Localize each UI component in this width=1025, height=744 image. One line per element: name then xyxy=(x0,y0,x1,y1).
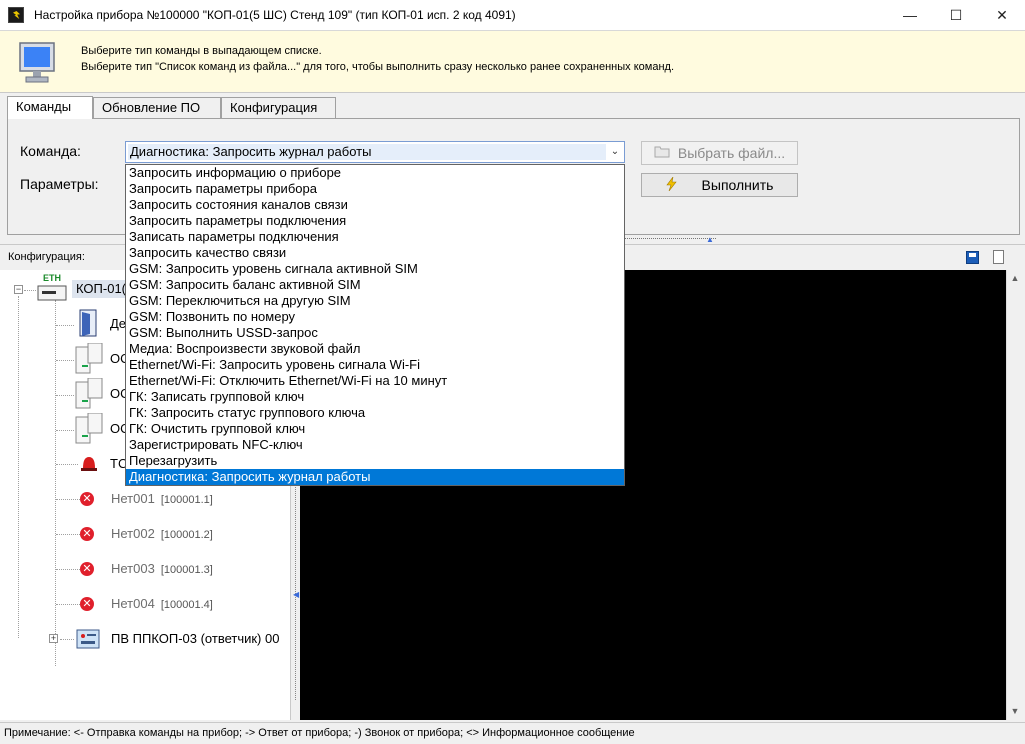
tree-node-offline-2[interactable]: Нет002 [100001.2] xyxy=(111,526,213,541)
offline-address: [100001.4] xyxy=(160,599,213,611)
tree-node-offline-1[interactable]: Нет001 [100001.1] xyxy=(111,491,213,506)
dropdown-option[interactable]: Ethernet/Wi-Fi: Запросить уровень сигнал… xyxy=(126,357,624,373)
collapse-up-icon[interactable]: ▲ xyxy=(706,235,714,244)
offline-address: [100001.2] xyxy=(160,529,213,541)
choose-file-button[interactable]: Выбрать файл... xyxy=(641,141,798,165)
offline-name: Нет002 xyxy=(111,526,155,541)
parameters-label: Параметры: xyxy=(20,176,99,192)
choose-file-label: Выбрать файл... xyxy=(677,145,786,161)
command-select-value: Диагностика: Запросить журнал работы xyxy=(128,144,606,160)
panel-device-icon xyxy=(76,629,100,649)
new-document-icon[interactable] xyxy=(993,250,1004,264)
dropdown-option[interactable]: GSM: Запросить баланс активной SIM xyxy=(126,277,624,293)
tree-expand-toggle[interactable]: + xyxy=(49,634,58,643)
execute-button[interactable]: Выполнить xyxy=(641,173,798,197)
dropdown-option[interactable]: GSM: Позвонить по номеру xyxy=(126,309,624,325)
dropdown-option[interactable]: Перезагрузить xyxy=(126,453,624,469)
lightning-icon xyxy=(665,176,678,194)
config-label: Конфигурация: xyxy=(8,251,85,263)
sensor-icon xyxy=(75,343,103,374)
door-icon xyxy=(79,309,97,337)
dropdown-option[interactable]: Запросить параметры подключения xyxy=(126,213,624,229)
offline-name: Нет004 xyxy=(111,596,155,611)
app-icon xyxy=(8,7,24,23)
command-dropdown-list[interactable]: Запросить информацию о приборе Запросить … xyxy=(125,164,625,486)
dropdown-option[interactable]: ГК: Запросить статус группового ключа xyxy=(126,405,624,421)
status-bar: Примечание: <- Отправка команды на прибо… xyxy=(0,722,1025,743)
save-icon[interactable] xyxy=(966,251,979,264)
dropdown-option[interactable]: GSM: Запросить уровень сигнала активной … xyxy=(126,261,624,277)
tree-line xyxy=(56,604,80,605)
window-title: Настройка прибора №100000 "КОП-01(5 ШС) … xyxy=(34,8,516,22)
dropdown-option[interactable]: ГК: Очистить групповой ключ xyxy=(126,421,624,437)
tree-line xyxy=(56,395,74,396)
scroll-up-icon[interactable]: ▲ xyxy=(1007,270,1023,287)
collapse-left-icon[interactable]: ◀ xyxy=(293,590,299,599)
offline-address: [100001.3] xyxy=(160,564,213,576)
title-bar: Настройка прибора №100000 "КОП-01(5 ШС) … xyxy=(0,0,1025,31)
tree-line xyxy=(56,325,74,326)
tab-commands[interactable]: Команды xyxy=(7,96,93,119)
siren-icon xyxy=(81,457,97,471)
tree-node-offline-4[interactable]: Нет004 [100001.4] xyxy=(111,596,213,611)
dropdown-option[interactable]: ГК: Записать групповой ключ xyxy=(126,389,624,405)
dropdown-option[interactable]: Запросить параметры прибора xyxy=(126,181,624,197)
hint-line-1: Выберите тип команды в выпадающем списке… xyxy=(81,45,322,57)
dropdown-option[interactable]: Записать параметры подключения xyxy=(126,229,624,245)
dropdown-option[interactable]: Ethernet/Wi-Fi: Отключить Ethernet/Wi-Fi… xyxy=(126,373,624,389)
tree-node-responder[interactable]: ПВ ППКОП-03 (ответчик) 00 xyxy=(111,631,279,646)
close-button[interactable]: ✕ xyxy=(979,0,1025,31)
offline-name: Нет001 xyxy=(111,491,155,506)
tree-line xyxy=(18,296,19,638)
dropdown-option[interactable]: Диагностика: Запросить журнал работы xyxy=(126,469,624,485)
execute-label: Выполнить xyxy=(701,177,774,193)
tree-collapse-toggle[interactable]: − xyxy=(14,285,23,294)
device-eth-icon: ETH xyxy=(37,272,67,301)
tree-line xyxy=(56,360,74,361)
tree-line xyxy=(60,639,74,640)
splitter-grip[interactable] xyxy=(620,238,716,241)
tree-line xyxy=(56,430,74,431)
dropdown-option[interactable]: GSM: Выполнить USSD-запрос xyxy=(126,325,624,341)
command-select[interactable]: Диагностика: Запросить журнал работы ⌄ xyxy=(125,141,625,163)
folder-icon xyxy=(654,145,670,161)
tab-configuration[interactable]: Конфигурация xyxy=(221,97,336,118)
hint-bar: Выберите тип команды в выпадающем списке… xyxy=(0,31,1025,93)
chevron-down-icon[interactable]: ⌄ xyxy=(608,144,622,160)
dropdown-option[interactable]: Запросить качество связи xyxy=(126,245,624,261)
dropdown-option[interactable]: Медиа: Воспроизвести звуковой файл xyxy=(126,341,624,357)
dropdown-option[interactable]: Зарегистрировать NFC-ключ xyxy=(126,437,624,453)
tab-strip: Команды Обновление ПО Конфигурация xyxy=(0,96,1025,119)
command-label: Команда: xyxy=(20,143,81,159)
maximize-button[interactable]: ☐ xyxy=(933,0,979,31)
scroll-down-icon[interactable]: ▼ xyxy=(1007,703,1023,720)
offline-name: Нет003 xyxy=(111,561,155,576)
tree-line xyxy=(24,290,36,291)
monitor-icon xyxy=(19,42,55,83)
dropdown-option[interactable]: GSM: Переключиться на другую SIM xyxy=(126,293,624,309)
tree-line xyxy=(55,300,56,666)
error-icon: ✕ xyxy=(80,562,94,576)
sensor-icon xyxy=(75,413,103,444)
tree-line xyxy=(56,534,80,535)
sensor-icon xyxy=(75,378,103,409)
hint-line-2: Выберите тип "Список команд из файла..."… xyxy=(81,61,674,73)
offline-address: [100001.1] xyxy=(160,494,213,506)
dropdown-option[interactable]: Запросить состояния каналов связи xyxy=(126,197,624,213)
tree-line xyxy=(56,464,78,465)
tree-node-label: КОП-01( xyxy=(76,281,127,296)
error-icon: ✕ xyxy=(80,492,94,506)
tree-node-door[interactable]: Де xyxy=(110,316,126,331)
error-icon: ✕ xyxy=(80,527,94,541)
tab-firmware-update[interactable]: Обновление ПО xyxy=(93,97,221,118)
tree-node-offline-3[interactable]: Нет003 [100001.3] xyxy=(111,561,213,576)
error-icon: ✕ xyxy=(80,597,94,611)
tree-line xyxy=(56,569,80,570)
eth-badge: ETH xyxy=(43,273,61,283)
dropdown-option[interactable]: Запросить информацию о приборе xyxy=(126,165,624,181)
log-scrollbar[interactable]: ▲ ▼ xyxy=(1006,270,1023,720)
tree-line xyxy=(56,499,80,500)
minimize-button[interactable]: — xyxy=(887,0,933,31)
